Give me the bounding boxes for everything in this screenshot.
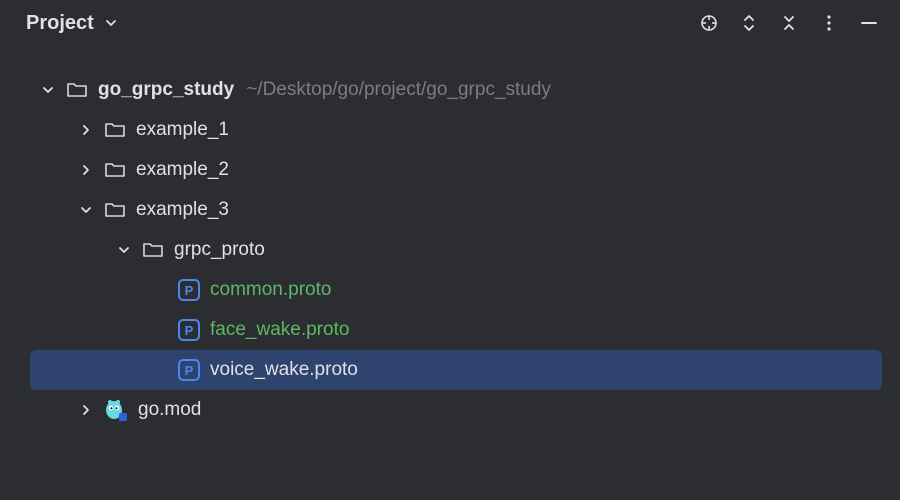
chevron-right-icon[interactable] <box>76 160 96 180</box>
folder-icon <box>66 79 88 101</box>
panel-title: Project <box>26 12 94 35</box>
tree-node-label: common.proto <box>210 279 331 301</box>
chevron-down-icon[interactable] <box>38 80 58 100</box>
folder-icon <box>104 159 126 181</box>
folder-icon <box>104 119 126 141</box>
tree-node-label: example_1 <box>136 119 229 141</box>
folder-icon <box>104 199 126 221</box>
tree-node-label: go.mod <box>138 399 201 421</box>
tree-node-go-mod[interactable]: go.mod <box>0 390 900 430</box>
tree-node-label: go_grpc_study <box>98 79 234 101</box>
tree-node-root[interactable]: go_grpc_study ~/Desktop/go/project/go_gr… <box>0 70 900 110</box>
tree-node-example-2[interactable]: example_2 <box>0 150 900 190</box>
proto-file-icon: P <box>178 359 200 381</box>
tree-node-example-3[interactable]: example_3 <box>0 190 900 230</box>
chevron-right-icon[interactable] <box>76 120 96 140</box>
panel-title-dropdown[interactable]: Project <box>26 12 122 35</box>
proto-file-icon: P <box>178 279 200 301</box>
panel-toolbar <box>698 12 880 34</box>
project-tree: go_grpc_study ~/Desktop/go/project/go_gr… <box>0 46 900 430</box>
folder-icon <box>142 239 164 261</box>
tree-node-label: example_2 <box>136 159 229 181</box>
tree-node-label: face_wake.proto <box>210 319 349 341</box>
collapse-icon[interactable] <box>778 12 800 34</box>
chevron-down-icon[interactable] <box>76 200 96 220</box>
select-opened-file-icon[interactable] <box>698 12 720 34</box>
tree-node-example-1[interactable]: example_1 <box>0 110 900 150</box>
tree-node-face-wake-proto[interactable]: P face_wake.proto <box>0 310 900 350</box>
panel-header: Project <box>0 0 900 46</box>
go-gopher-icon <box>104 399 128 421</box>
expand-collapse-icon[interactable] <box>738 12 760 34</box>
tree-node-voice-wake-proto[interactable]: P voice_wake.proto <box>30 350 882 390</box>
tree-node-common-proto[interactable]: P common.proto <box>0 270 900 310</box>
more-options-icon[interactable] <box>818 12 840 34</box>
chevron-down-icon[interactable] <box>114 240 134 260</box>
chevron-right-icon[interactable] <box>76 400 96 420</box>
chevron-down-icon <box>100 12 122 34</box>
tree-node-grpc-proto[interactable]: grpc_proto <box>0 230 900 270</box>
tree-node-label: example_3 <box>136 199 229 221</box>
proto-file-icon: P <box>178 319 200 341</box>
tree-node-label: grpc_proto <box>174 239 265 261</box>
tree-node-path: ~/Desktop/go/project/go_grpc_study <box>246 79 551 101</box>
minimize-icon[interactable] <box>858 12 880 34</box>
tree-node-label: voice_wake.proto <box>210 359 358 381</box>
